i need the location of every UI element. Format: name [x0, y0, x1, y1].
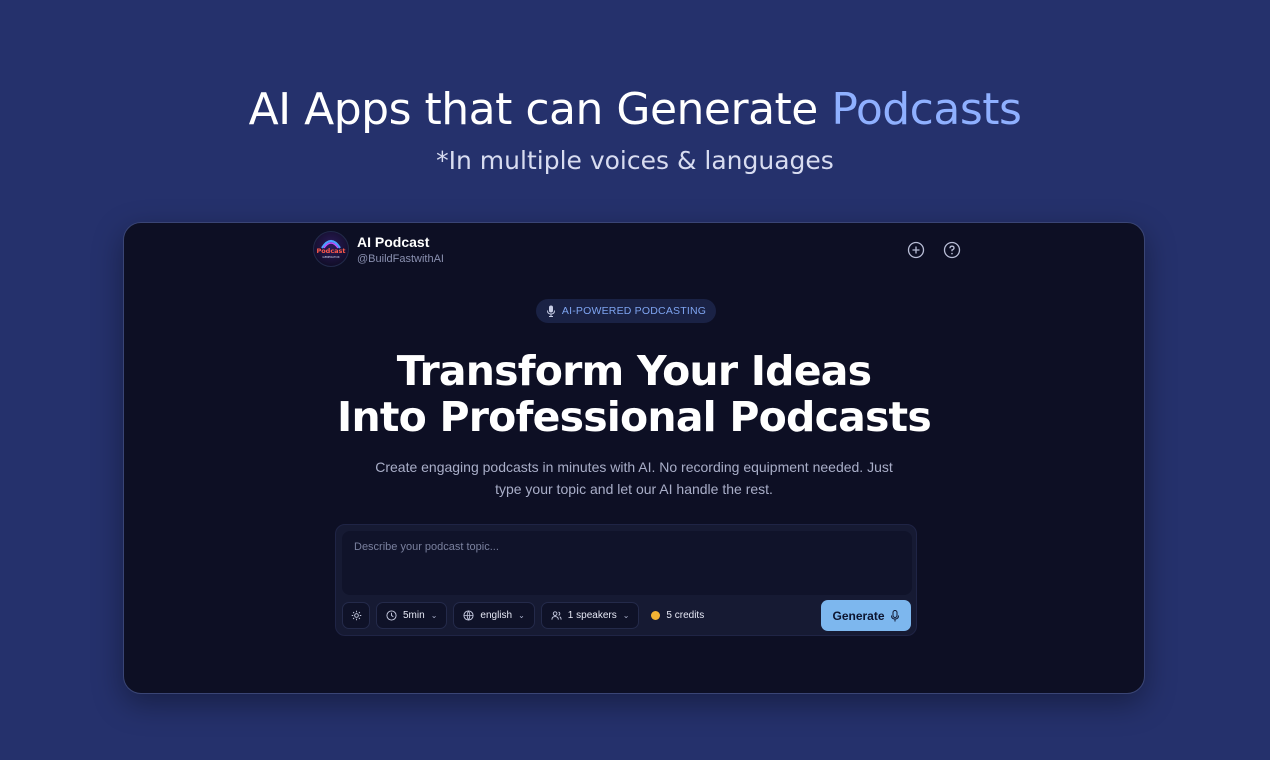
microphone-icon [890, 609, 900, 622]
chevron-down-icon: ⌄ [622, 611, 630, 620]
description: Create engaging podcasts in minutes with… [375, 459, 893, 497]
topic-input[interactable] [342, 531, 912, 595]
headline-line-2: Into Professional Podcasts [337, 393, 932, 441]
language-select[interactable]: english ⌄ [453, 602, 535, 629]
credits-value: 5 credits [666, 610, 705, 621]
coin-icon [651, 611, 661, 620]
speakers-value: 1 speakers [567, 610, 617, 621]
globe-icon [463, 610, 474, 621]
generate-button[interactable]: Generate [821, 600, 911, 631]
clock-icon [386, 610, 397, 621]
chevron-down-icon: ⌄ [430, 611, 438, 620]
composer: 5min ⌄ english ⌄ [335, 524, 917, 636]
duration-select[interactable]: 5min ⌄ [376, 602, 448, 629]
headline: Transform Your Ideas Into Professional P… [124, 348, 1144, 440]
app-logo: Podcast GENERATOR [313, 231, 349, 267]
app-handle: @BuildFastwithAI [357, 252, 444, 265]
app-window: Podcast GENERATOR AI Podcast @BuildFastw… [123, 222, 1145, 694]
speakers-select[interactable]: 1 speakers ⌄ [540, 602, 640, 629]
chevron-down-icon: ⌄ [518, 611, 525, 620]
users-icon [551, 610, 562, 621]
headline-line-1: Transform Your Ideas [396, 347, 872, 395]
feature-badge: AI-POWERED PODCASTING [536, 299, 716, 323]
svg-text:GENERATOR: GENERATOR [322, 255, 339, 259]
hero-title: AI Apps that can Generate Podcasts [0, 84, 1270, 135]
generate-label: Generate [832, 608, 885, 623]
svg-text:Podcast: Podcast [316, 247, 345, 255]
language-value: english [480, 610, 513, 621]
plus-circle-icon[interactable] [907, 241, 925, 259]
app-name: AI Podcast [357, 233, 430, 250]
microphone-icon [546, 305, 556, 317]
badge-label: AI-POWERED PODCASTING [561, 305, 707, 317]
hero-title-main: AI Apps that can Generate [248, 84, 819, 135]
gear-icon [351, 610, 362, 621]
hero-subtitle: *In multiple voices & languages [436, 146, 834, 175]
settings-button[interactable] [342, 602, 370, 629]
credits-indicator: 5 credits [645, 602, 710, 629]
hero-title-accent: Podcasts [831, 84, 1022, 135]
duration-value: 5min [403, 610, 425, 621]
help-circle-icon[interactable] [943, 241, 961, 259]
brand[interactable]: Podcast GENERATOR AI Podcast @BuildFastw… [313, 231, 444, 267]
